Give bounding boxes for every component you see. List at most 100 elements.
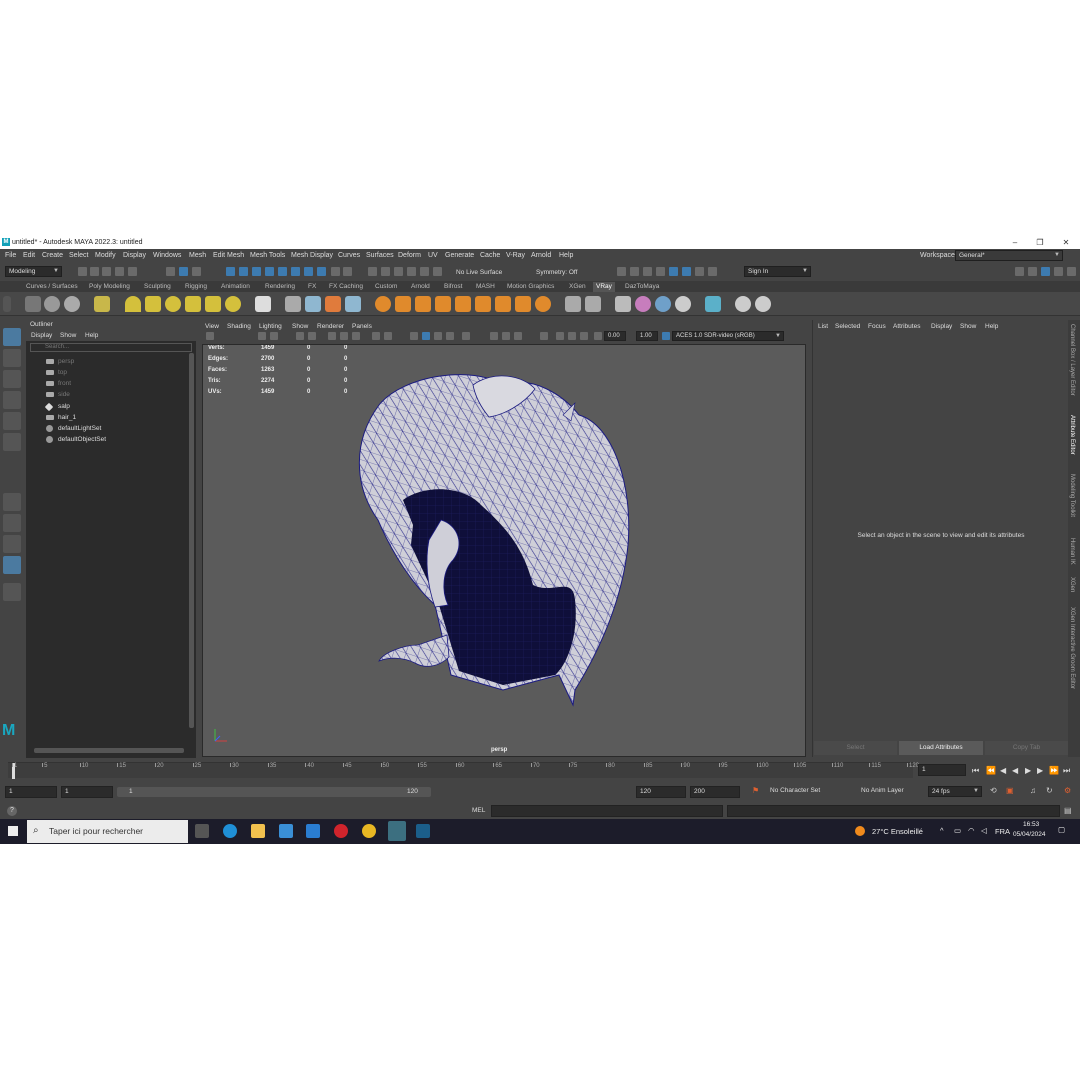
load-attributes-button[interactable]: Load Attributes bbox=[899, 741, 983, 755]
live-surface-label[interactable]: No Live Surface bbox=[456, 269, 502, 276]
menu-modify[interactable]: Modify bbox=[95, 252, 116, 259]
xray-icon[interactable] bbox=[617, 267, 626, 276]
vray-cosmos-icon[interactable] bbox=[705, 296, 721, 312]
outliner-item[interactable]: front bbox=[46, 378, 186, 389]
safe-title-icon[interactable] bbox=[384, 332, 392, 340]
current-frame-field[interactable]: 1 bbox=[918, 764, 966, 776]
vray-enmesh-icon[interactable] bbox=[435, 296, 451, 312]
redo-icon[interactable] bbox=[128, 267, 137, 276]
tab-modeling-toolkit[interactable]: Modeling Toolkit bbox=[1069, 474, 1075, 517]
playback-start-field[interactable]: 1 bbox=[61, 786, 113, 798]
attr-menu-show[interactable]: Show bbox=[960, 323, 976, 330]
shelf-tab-animation[interactable]: Animation bbox=[218, 282, 253, 292]
maya-taskbar-icon[interactable] bbox=[388, 821, 406, 841]
rotate-tool-icon[interactable] bbox=[3, 412, 21, 430]
shelf-tab-custom[interactable]: Custom bbox=[372, 282, 400, 292]
shelf-tab-fx[interactable]: FX bbox=[305, 282, 319, 292]
search-icon[interactable] bbox=[3, 583, 21, 601]
viewport-menu-show[interactable]: Show bbox=[292, 323, 308, 330]
menu-cache[interactable]: Cache bbox=[480, 252, 500, 259]
snap-point-icon[interactable] bbox=[252, 267, 261, 276]
clock-time[interactable]: 16:53 bbox=[1023, 821, 1039, 828]
menu-mesh-display[interactable]: Mesh Display bbox=[291, 252, 333, 259]
shelf-tab-poly-modeling[interactable]: Poly Modeling bbox=[86, 282, 133, 292]
make-live-icon[interactable] bbox=[291, 267, 300, 276]
shadows-icon[interactable] bbox=[682, 267, 691, 276]
panel-layout-icon[interactable] bbox=[1028, 267, 1037, 276]
vray-plane-icon[interactable] bbox=[255, 296, 271, 312]
cache-icon[interactable]: ▣ bbox=[1006, 786, 1014, 795]
vray-proxy-icon[interactable] bbox=[94, 296, 110, 312]
vray-lightmix-icon[interactable] bbox=[635, 296, 651, 312]
tab-attribute-editor[interactable]: Attribute Editor bbox=[1069, 415, 1075, 455]
outliner-item[interactable]: side bbox=[46, 389, 186, 400]
menuset-dropdown[interactable]: Modeling ▼ bbox=[5, 266, 62, 277]
clock-date[interactable]: 05/04/2024 bbox=[1013, 831, 1046, 838]
shelf-tab-xgen[interactable]: XGen bbox=[566, 282, 589, 292]
film-gate-icon[interactable] bbox=[340, 332, 348, 340]
menu-generate[interactable]: Generate bbox=[445, 252, 474, 259]
snap-projected-icon[interactable] bbox=[265, 267, 274, 276]
steam-icon[interactable] bbox=[416, 824, 430, 838]
outliner-item[interactable]: top bbox=[46, 367, 186, 378]
wireframe-mode-icon[interactable] bbox=[410, 332, 418, 340]
loop-icon[interactable]: ⟲ bbox=[990, 786, 997, 795]
textures-icon[interactable] bbox=[446, 332, 454, 340]
character-set-label[interactable]: No Character Set bbox=[770, 787, 820, 794]
lasso-tool-icon[interactable] bbox=[3, 349, 21, 367]
outliner-search-input[interactable]: Search... bbox=[30, 343, 192, 352]
textured-icon[interactable] bbox=[656, 267, 665, 276]
symmetry-label[interactable]: Symmetry: Off bbox=[536, 269, 577, 276]
wireframe-icon[interactable] bbox=[630, 267, 639, 276]
outliner-item[interactable]: hair_1 bbox=[46, 412, 186, 423]
copy-tab-button[interactable]: Copy Tab bbox=[985, 741, 1068, 755]
layout-icon[interactable] bbox=[1015, 267, 1024, 276]
go-to-end-icon[interactable]: ⏭ bbox=[1063, 766, 1070, 776]
shelf-tab-bifrost[interactable]: Bifrost bbox=[441, 282, 465, 292]
task-view-icon[interactable] bbox=[195, 824, 209, 838]
play-backwards-icon[interactable]: ◀ bbox=[1012, 766, 1018, 775]
new-scene-icon[interactable] bbox=[78, 267, 87, 276]
step-back-key-icon[interactable]: ⏪ bbox=[986, 766, 996, 775]
vray-palette-icon[interactable] bbox=[675, 296, 691, 312]
menu-curves[interactable]: Curves bbox=[338, 252, 360, 259]
auto-key-icon[interactable]: ⚑ bbox=[752, 786, 759, 795]
viewport-menu-lighting[interactable]: Lighting bbox=[259, 323, 282, 330]
windows-start-icon[interactable] bbox=[8, 826, 18, 836]
isolate-select-icon[interactable] bbox=[540, 332, 548, 340]
attr-menu-attributes[interactable]: Attributes bbox=[893, 323, 920, 330]
scene-start-field[interactable]: 1 bbox=[5, 786, 57, 798]
opera-icon[interactable] bbox=[334, 824, 348, 838]
chrome-icon[interactable] bbox=[362, 824, 376, 838]
vray-magnet-icon[interactable] bbox=[515, 296, 531, 312]
color-management-icon[interactable] bbox=[662, 332, 670, 340]
viewport-menu-view[interactable]: View bbox=[205, 323, 219, 330]
play-forwards-icon[interactable]: ▶ bbox=[1025, 766, 1031, 775]
close-button[interactable]: ✕ bbox=[1060, 237, 1072, 248]
single-view-layout-icon[interactable] bbox=[3, 493, 21, 511]
menu-help[interactable]: Help bbox=[559, 252, 573, 259]
fps-dropdown[interactable]: 24 fps ▼ bbox=[928, 786, 982, 797]
menu-edit[interactable]: Edit bbox=[23, 252, 35, 259]
2d-pan-zoom-icon[interactable] bbox=[308, 332, 316, 340]
outliner-item[interactable]: persp bbox=[46, 356, 186, 367]
vray-scatter-icon[interactable] bbox=[475, 296, 491, 312]
play-icon[interactable] bbox=[695, 267, 704, 276]
move-tool-icon[interactable] bbox=[3, 391, 21, 409]
exposure-icon[interactable] bbox=[594, 332, 602, 340]
menu-create[interactable]: Create bbox=[42, 252, 63, 259]
shelf-tab-mash[interactable]: MASH bbox=[473, 282, 498, 292]
snap-curve-icon[interactable] bbox=[239, 267, 248, 276]
anim-prefs-icon[interactable]: ⚙ bbox=[1064, 786, 1071, 795]
attr-menu-focus[interactable]: Focus bbox=[868, 323, 886, 330]
vray-import-icon[interactable] bbox=[585, 296, 601, 312]
snap-view-plane-icon[interactable] bbox=[278, 267, 287, 276]
outliner-layout-icon[interactable] bbox=[3, 556, 21, 574]
grid-icon[interactable] bbox=[328, 332, 336, 340]
help-icon[interactable]: ? bbox=[7, 806, 17, 816]
snap-grid-icon[interactable] bbox=[226, 267, 235, 276]
taskbar-search-input[interactable]: Taper ici pour rechercher bbox=[27, 820, 188, 843]
sign-in-dropdown[interactable]: Sign In ▼ bbox=[744, 266, 811, 277]
attribute-editor-toggle-icon[interactable] bbox=[1041, 267, 1050, 276]
vray-clipper-icon[interactable] bbox=[325, 296, 341, 312]
